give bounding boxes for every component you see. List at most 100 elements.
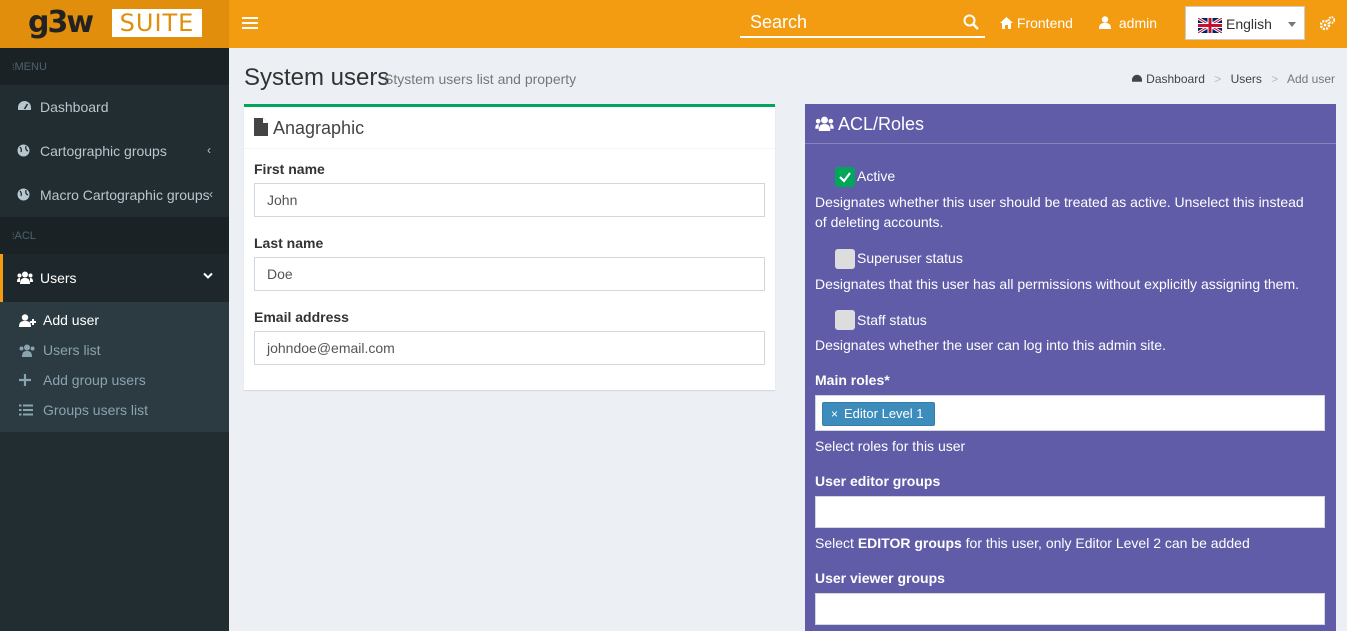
- anagraphic-title: Anagraphic: [273, 118, 365, 138]
- editor-groups-help-text: Select EDITOR groups for this user, only…: [815, 533, 1315, 553]
- breadcrumb-separator: >: [1271, 72, 1279, 86]
- sidebar-subitem-add-group-users[interactable]: Add group users: [0, 366, 229, 396]
- list-icon: [19, 404, 33, 416]
- users-icon: [17, 271, 33, 284]
- page-subtitle: Stystem users list and property: [384, 71, 577, 87]
- role-tag: × Editor Level 1: [822, 402, 935, 426]
- staff-help-text: Designates whether the user can log into…: [815, 337, 1166, 353]
- users-submenu: Add user Users list Add group users Grou…: [0, 302, 229, 432]
- active-help-text: Designates whether this user should be t…: [815, 194, 1304, 230]
- globe-icon: [17, 144, 30, 157]
- user-menu[interactable]: admin: [1099, 15, 1157, 31]
- last-name-field[interactable]: Doe: [254, 257, 765, 291]
- chevron-down-icon: [1288, 22, 1296, 27]
- acl-title: ACL/Roles: [838, 114, 925, 134]
- chevron-left-icon: ‹: [209, 187, 213, 201]
- sidebar-item-label: Dashboard: [40, 99, 109, 115]
- page-title: System users: [244, 64, 390, 91]
- file-icon: [254, 118, 268, 136]
- sidebar-subitem-label: Users list: [43, 342, 101, 358]
- email-field[interactable]: johndoe@email.com: [254, 331, 765, 365]
- viewer-groups-label: User viewer groups: [815, 570, 945, 586]
- editor-groups-label: User editor groups: [815, 473, 941, 489]
- superuser-checkbox[interactable]: [835, 249, 855, 269]
- breadcrumb: Dashboard > Users > Add user: [1131, 72, 1335, 86]
- search-placeholder: Search: [750, 12, 808, 32]
- sidebar-item-users[interactable]: Users: [0, 254, 229, 302]
- sidebar-item-dashboard[interactable]: Dashboard: [0, 85, 229, 129]
- top-header: g3w SUITE Search Frontend admin English: [0, 0, 1347, 48]
- acl-box-header: ACL/Roles: [805, 104, 1336, 144]
- editor-help-bold: EDITOR groups: [857, 535, 962, 551]
- breadcrumb-users-link[interactable]: Users: [1231, 72, 1262, 86]
- viewer-groups-select[interactable]: [815, 593, 1325, 625]
- main-roles-label: Main roles*: [815, 372, 890, 388]
- active-label: Active: [857, 168, 896, 184]
- sidebar-item-label: Cartographic groups: [40, 143, 167, 159]
- sidebar-item-cartographic-groups[interactable]: Cartographic groups ‹: [0, 129, 229, 173]
- role-tag-label: Editor Level 1: [844, 406, 924, 421]
- logo-main-text: g3w: [28, 5, 94, 40]
- check-icon: [839, 172, 851, 183]
- superuser-label: Superuser status: [857, 250, 963, 266]
- logo[interactable]: g3w SUITE: [0, 0, 229, 48]
- first-name-field[interactable]: John: [254, 183, 765, 217]
- sidebar-subitem-groups-users-list[interactable]: Groups users list: [0, 396, 229, 426]
- uk-flag-icon: [1198, 18, 1222, 33]
- search-icon[interactable]: [963, 14, 979, 30]
- breadcrumb-dashboard-link[interactable]: Dashboard: [1146, 72, 1205, 86]
- main-roles-help-text: Select roles for this user: [815, 438, 966, 454]
- globe-icon: [17, 188, 30, 201]
- menu-header: ⁞MENU: [0, 48, 229, 85]
- sidebar-item-macro-cartographic-groups[interactable]: Macro Cartographic groups ‹: [0, 173, 229, 217]
- language-label: English: [1226, 16, 1272, 32]
- users-icon: [815, 116, 834, 131]
- language-select[interactable]: English: [1185, 6, 1305, 40]
- chevron-left-icon: ‹: [207, 143, 211, 157]
- frontend-link[interactable]: Frontend: [1000, 15, 1073, 31]
- first-name-label: First name: [254, 161, 325, 177]
- sidebar-subitem-users-list[interactable]: Users list: [0, 336, 229, 366]
- acl-header-label: ACL: [14, 230, 36, 242]
- search-input[interactable]: Search: [740, 10, 985, 38]
- sidebar-subitem-label: Add user: [43, 312, 100, 328]
- email-label: Email address: [254, 309, 349, 325]
- sidebar-subitem-label: Groups users list: [43, 402, 149, 418]
- breadcrumb-separator: >: [1214, 72, 1222, 86]
- menu-header-label: MENU: [14, 61, 47, 73]
- editor-groups-select[interactable]: [815, 496, 1325, 528]
- user-icon: [1099, 16, 1111, 29]
- dashboard-icon: [1131, 74, 1142, 82]
- editor-help-suffix: for this user, only Editor Level 2 can b…: [961, 535, 1250, 551]
- anagraphic-box-header: Anagraphic: [244, 107, 775, 149]
- user-plus-icon: [19, 314, 36, 327]
- staff-label: Staff status: [857, 312, 927, 328]
- chevron-down-icon: [203, 272, 213, 279]
- logo-box: g3w SUITE: [28, 6, 202, 39]
- remove-tag-icon[interactable]: ×: [831, 407, 838, 421]
- sidebar-subitem-add-user[interactable]: Add user: [0, 306, 229, 336]
- logo-suite-text: SUITE: [112, 9, 202, 37]
- staff-checkbox[interactable]: [835, 310, 855, 330]
- sidebar-item-label: Macro Cartographic groups: [40, 187, 210, 203]
- breadcrumb-current: Add user: [1286, 72, 1335, 86]
- active-checkbox[interactable]: [835, 167, 855, 187]
- sidebar-subitem-label: Add group users: [43, 372, 146, 388]
- sidebar-item-label: Users: [40, 270, 77, 286]
- users-icon: [19, 344, 35, 357]
- plus-icon: [19, 374, 31, 386]
- acl-roles-box: ACL/Roles Active Designates whether this…: [805, 104, 1336, 631]
- gears-icon[interactable]: [1320, 16, 1335, 31]
- main-roles-select[interactable]: × Editor Level 1: [815, 395, 1325, 431]
- acl-header: ⁞ACL: [0, 217, 229, 254]
- home-icon: [1000, 17, 1013, 29]
- sidebar: ⁞MENU Dashboard Cartographic groups ‹ Ma…: [0, 48, 229, 631]
- dashboard-icon: [18, 101, 31, 110]
- frontend-label: Frontend: [1016, 15, 1073, 31]
- user-label: admin: [1118, 15, 1158, 31]
- superuser-help-text: Designates that this user has all permis…: [815, 276, 1300, 292]
- editor-help-prefix: Select: [815, 535, 858, 551]
- sidebar-toggle-button[interactable]: [242, 14, 258, 32]
- anagraphic-box: Anagraphic First name John Last name Doe…: [244, 104, 775, 390]
- last-name-label: Last name: [254, 235, 324, 251]
